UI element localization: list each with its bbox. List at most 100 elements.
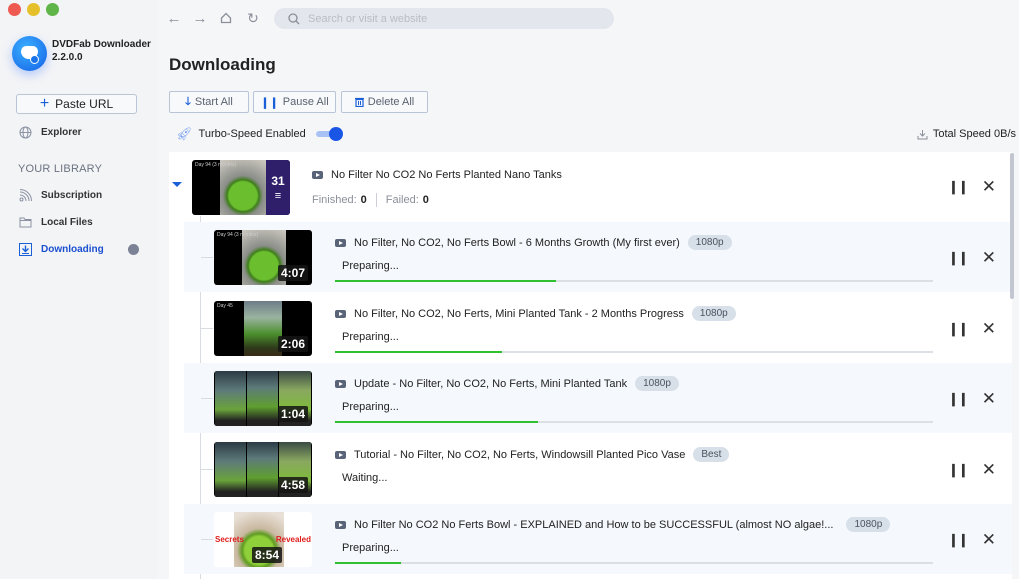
- search-input[interactable]: [308, 12, 598, 25]
- back-button[interactable]: ←: [166, 9, 182, 27]
- download-status: Preparing...: [342, 401, 399, 413]
- playlist-thumbnail: Day 94 (3 months) 31 ≡: [192, 160, 290, 215]
- pause-button[interactable]: ❙❙: [948, 321, 969, 337]
- youtube-icon: [312, 171, 323, 179]
- remove-button[interactable]: ✕: [982, 390, 996, 407]
- remove-button[interactable]: ✕: [982, 320, 996, 337]
- remove-button[interactable]: ✕: [982, 178, 996, 195]
- paste-url-button[interactable]: + Paste URL: [16, 94, 137, 114]
- download-item: Secrets Revealed 8:54 No Filter No CO2 N…: [184, 504, 1012, 574]
- plus-icon: +: [39, 95, 50, 112]
- item-controls: ❙❙ ✕: [948, 390, 996, 407]
- video-title: No Filter No CO2 No Ferts Bowl - EXPLAIN…: [335, 517, 891, 532]
- youtube-icon: [335, 238, 346, 247]
- video-title: Tutorial - No Filter, No CO2, No Ferts, …: [335, 447, 730, 462]
- window-controls: [8, 3, 59, 16]
- sidebar-item-explorer[interactable]: Explorer: [18, 125, 82, 139]
- pause-button[interactable]: ❙❙: [948, 462, 969, 478]
- quality-badge[interactable]: 1080p: [846, 517, 891, 532]
- subscription-label: Subscription: [41, 189, 103, 201]
- turbo-speed: 🚀︎ Turbo-Speed Enabled: [176, 126, 343, 142]
- sidebar-item-subscription[interactable]: Subscription: [18, 188, 102, 202]
- playlist-title: No Filter No CO2 No Ferts Planted Nano T…: [312, 169, 562, 181]
- trash-icon: [354, 97, 364, 107]
- quality-badge[interactable]: 1080p: [687, 235, 732, 250]
- youtube-icon: [335, 450, 346, 459]
- download-item: Day 45 2:06 No Filter, No CO2, No Ferts,…: [184, 293, 1012, 363]
- item-controls: ❙❙ ✕: [948, 531, 996, 548]
- collapse-caret-icon[interactable]: [172, 182, 182, 187]
- minimize-window-button[interactable]: [27, 3, 40, 16]
- arrow-left-icon: ←: [166, 9, 182, 27]
- pause-all-label: Pause All: [282, 96, 329, 108]
- start-all-button[interactable]: 🡓 Start All: [169, 91, 249, 113]
- downloading-label: Downloading: [41, 243, 104, 255]
- video-title: No Filter, No CO2, No Ferts, Mini Plante…: [335, 306, 736, 321]
- delete-all-button[interactable]: Delete All: [341, 91, 428, 113]
- playlist-controls: ❙❙ ✕: [948, 178, 996, 195]
- reload-button[interactable]: ↻: [245, 9, 261, 27]
- delete-all-label: Delete All: [367, 96, 415, 108]
- local-files-label: Local Files: [41, 216, 93, 228]
- turbo-toggle[interactable]: [315, 127, 343, 141]
- download-list: Day 94 (3 months) 31 ≡ No Filter No CO2 …: [169, 152, 1012, 579]
- sidebar: DVDFab Downloader 2.2.0.0 + Paste URL Ex…: [0, 0, 158, 579]
- progress-bar: [335, 562, 933, 564]
- pause-button[interactable]: ❙❙: [948, 391, 969, 407]
- explorer-label: Explorer: [41, 126, 82, 138]
- forward-button[interactable]: →: [192, 9, 208, 27]
- pause-button[interactable]: ❙❙: [948, 250, 969, 266]
- search-icon: [288, 12, 300, 24]
- download-item: 4:58 Tutorial - No Filter, No CO2, No Fe…: [184, 434, 1012, 504]
- video-title: No Filter, No CO2, No Ferts Bowl - 6 Mon…: [335, 235, 732, 250]
- rocket-icon: 🚀︎: [176, 126, 193, 141]
- download-status: Preparing...: [342, 260, 399, 272]
- total-speed: Total Speed 0B/s: [917, 128, 1016, 140]
- home-button[interactable]: [218, 9, 234, 27]
- quality-badge[interactable]: 1080p: [635, 376, 679, 391]
- quality-badge[interactable]: 1080p: [691, 306, 736, 321]
- start-all-label: Start All: [194, 96, 233, 108]
- playlist-group: Day 94 (3 months) 31 ≡ No Filter No CO2 …: [169, 152, 1012, 222]
- download-icon: [917, 129, 928, 139]
- progress-fill: [335, 562, 401, 564]
- video-thumbnail: Day 94 (3 months) 4:07: [214, 230, 312, 285]
- app-version: 2.2.0.0: [52, 52, 83, 63]
- remove-button[interactable]: ✕: [982, 249, 996, 266]
- item-controls: ❙❙ ✕: [948, 461, 996, 478]
- video-duration: 2:06: [277, 336, 308, 352]
- video-thumbnail: 1:04: [214, 371, 312, 426]
- list-scrollbar[interactable]: [1010, 153, 1014, 299]
- video-duration: 4:58: [277, 477, 308, 493]
- remove-button[interactable]: ✕: [982, 461, 996, 478]
- item-controls: ❙❙ ✕: [948, 320, 996, 337]
- search-bar[interactable]: [274, 8, 614, 29]
- rss-icon: [18, 188, 32, 202]
- pause-icon: ❙❙: [260, 96, 279, 109]
- close-window-button[interactable]: [8, 3, 21, 16]
- progress-fill: [335, 280, 557, 282]
- app-name: DVDFab Downloader: [52, 39, 151, 50]
- zoom-window-button[interactable]: [46, 3, 59, 16]
- quality-badge[interactable]: Best: [693, 447, 730, 462]
- download-status: Preparing...: [342, 542, 399, 554]
- app-logo-icon: [12, 36, 47, 71]
- sidebar-item-downloading[interactable]: Downloading: [18, 242, 139, 256]
- video-thumbnail: Day 45 2:06: [214, 301, 312, 356]
- pause-button[interactable]: ❙❙: [948, 532, 969, 548]
- video-duration: 8:54: [251, 547, 282, 563]
- progress-bar: [335, 351, 933, 353]
- download-item: 1:04 Update - No Filter, No CO2, No Fert…: [184, 363, 1012, 433]
- youtube-icon: [335, 379, 346, 388]
- playlist-count: 31 ≡: [266, 160, 290, 215]
- video-duration: 4:07: [277, 265, 308, 281]
- pause-button[interactable]: ❙❙: [948, 179, 969, 195]
- progress-bar: [335, 421, 933, 423]
- pause-all-button[interactable]: ❙❙ Pause All: [253, 91, 336, 113]
- reload-icon: ↻: [247, 9, 259, 26]
- sidebar-item-local-files[interactable]: Local Files: [18, 215, 93, 229]
- remove-button[interactable]: ✕: [982, 531, 996, 548]
- video-thumbnail: 4:58: [214, 442, 312, 497]
- progress-fill: [335, 351, 503, 353]
- library-heading: YOUR LIBRARY: [18, 163, 103, 175]
